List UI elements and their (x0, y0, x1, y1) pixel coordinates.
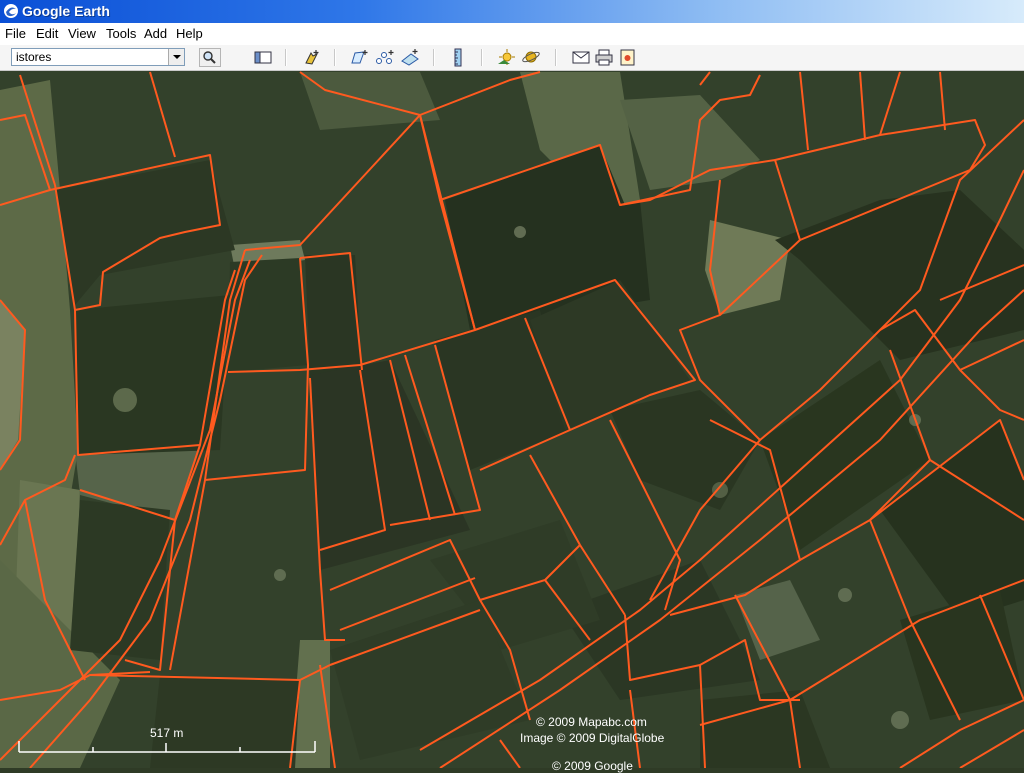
menu-file[interactable]: File (5, 26, 26, 41)
add-path-button[interactable] (374, 48, 396, 67)
add-image-overlay-button[interactable] (399, 48, 421, 67)
search-input[interactable]: istores (11, 48, 185, 66)
map-viewport[interactable] (0, 71, 1024, 768)
scale-label: 517 m (150, 726, 184, 740)
image-overlay-icon (401, 49, 419, 66)
menu-view[interactable]: View (68, 26, 96, 41)
sidebar-toggle-button[interactable] (252, 48, 274, 67)
search-dropdown-button[interactable] (168, 49, 184, 65)
copyright-mapabc: © 2009 Mapabc.com (536, 715, 647, 729)
menu-edit[interactable]: Edit (36, 26, 58, 41)
planets-icon (522, 51, 540, 63)
menu-bar: File Edit View Tools Add Help (0, 23, 1024, 46)
satellite-imagery (0, 71, 1024, 768)
add-placemark-button[interactable] (300, 48, 322, 67)
menu-add[interactable]: Add (144, 26, 167, 41)
email-icon (572, 51, 590, 64)
chevron-down-icon (173, 55, 181, 59)
search-icon (199, 48, 221, 67)
planets-button[interactable] (520, 48, 542, 67)
menu-tools[interactable]: Tools (106, 26, 136, 41)
search-button[interactable] (199, 48, 221, 67)
copyright-digitalglobe: Image © 2009 DigitalGlobe (520, 731, 665, 745)
menu-help[interactable]: Help (176, 26, 203, 41)
google-earth-logo-icon (4, 4, 18, 18)
toolbar: istores (0, 45, 1024, 71)
print-button[interactable] (593, 48, 615, 67)
placemark-icon (305, 50, 319, 65)
copyright-google: © 2009 Google (552, 759, 633, 773)
sunlight-icon (498, 49, 515, 65)
print-icon (595, 49, 613, 66)
google-maps-icon (620, 49, 635, 66)
window-title: Google Earth (22, 3, 110, 19)
scale-bar (18, 741, 316, 753)
title-bar: Google Earth (0, 0, 1024, 23)
add-polygon-button[interactable] (348, 48, 370, 67)
google-maps-button[interactable] (617, 48, 639, 67)
polygon-icon (351, 50, 368, 64)
path-icon (376, 50, 394, 64)
email-button[interactable] (570, 48, 592, 67)
search-input-value: istores (16, 50, 52, 64)
sidebar-toggle-icon (254, 51, 272, 64)
sunlight-button[interactable] (496, 48, 518, 67)
ruler-button[interactable] (447, 48, 469, 67)
ruler-icon (454, 48, 462, 67)
